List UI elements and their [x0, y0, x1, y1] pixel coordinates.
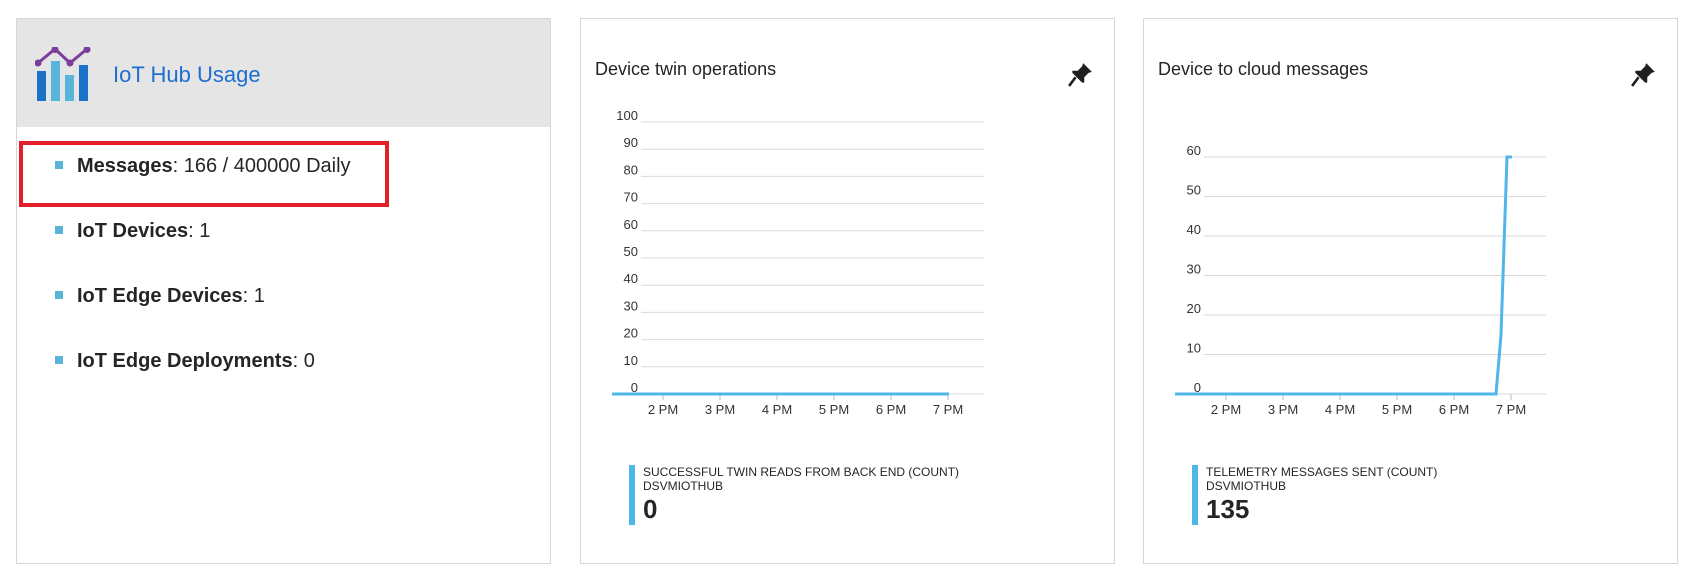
bullet-icon [55, 291, 63, 299]
y-tick-label: 30 [624, 298, 638, 313]
metric-legend: SUCCESSFUL TWIN READS FROM BACK END (COU… [629, 465, 959, 525]
x-tick-label: 6 PM [876, 402, 906, 417]
bullet-icon [55, 356, 63, 364]
usage-item-value: : 1 [242, 285, 265, 307]
metric-value: 0 [643, 494, 658, 524]
y-tick-label: 40 [624, 271, 638, 286]
y-tick-label: 70 [624, 190, 638, 205]
y-tick-label: 60 [1187, 143, 1201, 158]
x-tick-label: 7 PM [933, 402, 963, 417]
metric-resource: DSVMIOTHUB [1206, 479, 1287, 493]
y-tick-label: 50 [1187, 183, 1201, 198]
metric-value: 135 [1206, 494, 1250, 524]
usage-item-label: IoT Edge Devices [77, 285, 243, 307]
x-tick-label: 2 PM [1211, 402, 1241, 417]
y-tick-label: 10 [1187, 341, 1201, 356]
y-tick-label: 20 [1187, 301, 1201, 316]
usage-item-label: IoT Devices [77, 220, 189, 242]
usage-chart-icon [35, 47, 91, 101]
y-tick-label: 20 [624, 326, 638, 341]
x-tick-label: 7 PM [1496, 402, 1526, 417]
y-tick-label: 60 [624, 217, 638, 232]
x-tick-label: 4 PM [762, 402, 792, 417]
x-tick-label: 6 PM [1439, 402, 1469, 417]
device-to-cloud-line-chart: 01020304050602 PM 3 PM 4 PM 5 PM 6 PM 7 PM [1175, 143, 1546, 417]
usage-item-value: : 0 [292, 350, 315, 372]
y-tick-label: 30 [1187, 262, 1201, 277]
x-tick-label: 5 PM [819, 402, 849, 417]
x-tick-label: 2 PM [648, 402, 678, 417]
usage-item-label: IoT Edge Deployments [77, 350, 293, 372]
usage-item-label: Messages [77, 155, 173, 177]
bullet-icon [55, 161, 63, 169]
y-tick-label: 100 [616, 108, 638, 123]
x-tick-label: 3 PM [705, 402, 735, 417]
metric-name: SUCCESSFUL TWIN READS FROM BACK END (COU… [643, 465, 960, 479]
x-tick-label: 4 PM [1325, 402, 1355, 417]
y-tick-label: 50 [624, 244, 638, 259]
y-tick-label: 10 [624, 353, 638, 368]
x-tick-label: 3 PM [1268, 402, 1298, 417]
y-tick-label: 90 [624, 135, 638, 150]
usage-item-iot-devices: IoT Devices: 1 [55, 220, 210, 243]
metric-resource: DSVMIOTHUB [643, 479, 724, 493]
metric-legend: TELEMETRY MESSAGES SENT (COUNT) DSVMIOTH… [1192, 465, 1437, 525]
metric-name: TELEMETRY MESSAGES SENT (COUNT) [1206, 465, 1438, 479]
bullet-icon [55, 226, 63, 234]
usage-item-value: : 1 [188, 220, 211, 242]
usage-title[interactable]: IoT Hub Usage [113, 62, 261, 88]
usage-header: IoT Hub Usage [17, 19, 550, 127]
y-tick-label: 80 [624, 162, 638, 177]
iot-hub-usage-card[interactable]: IoT Hub Usage Messages: 166 / 400000 Dai… [16, 18, 551, 564]
usage-item-value: : 166 / 400000 Daily [172, 155, 351, 177]
y-tick-label: 40 [1187, 222, 1201, 237]
usage-item-iot-edge-devices: IoT Edge Devices: 1 [55, 285, 265, 308]
device-to-cloud-messages-card[interactable]: Device to cloud messages 0 10 20 30 40 50 60 2 … [1143, 18, 1678, 564]
device-twin-line-chart: 01020304050607080901002 PM 3 PM 4 PM 5 PM 6 … [612, 108, 984, 417]
x-tick-label: 5 PM [1382, 402, 1412, 417]
usage-item-iot-edge-deployments: IoT Edge Deployments: 0 [55, 350, 315, 373]
device-twin-operations-card[interactable]: Device twin operations 0 10 20 30 40 50 60 70 80… [580, 18, 1115, 564]
usage-item-messages: Messages: 166 / 400000 Daily [55, 155, 351, 178]
